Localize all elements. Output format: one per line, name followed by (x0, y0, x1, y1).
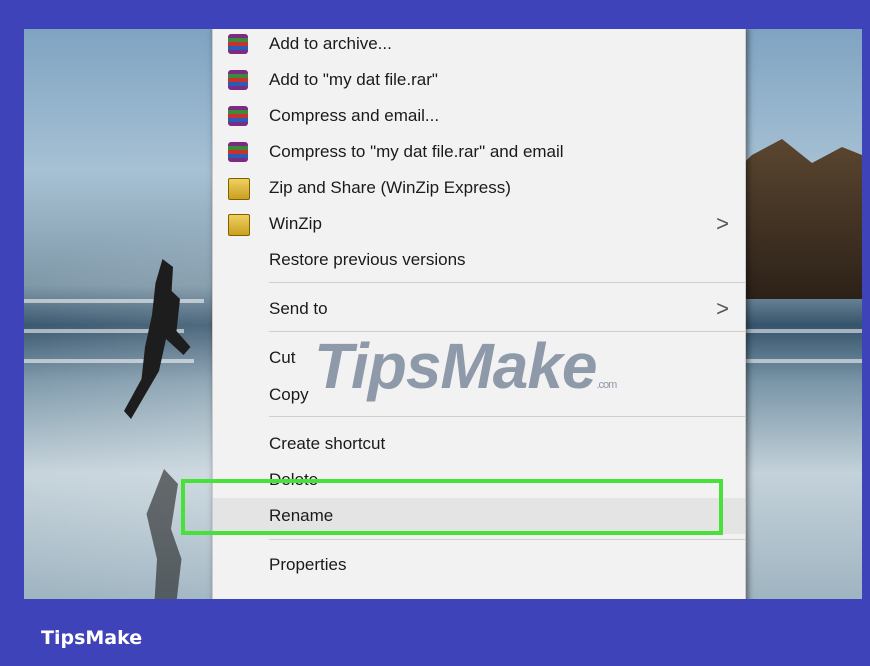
winrar-icon (228, 70, 248, 90)
menu-item-label: Compress to "my dat file.rar" and email (269, 142, 564, 161)
menu-item-label: Create shortcut (269, 434, 386, 453)
menu-item-label: Zip and Share (WinZip Express) (269, 178, 511, 197)
winzip-icon (228, 178, 250, 200)
menu-separator (269, 539, 745, 540)
menu-item-compress-to-rar-email[interactable]: Compress to "my dat file.rar" and email (213, 134, 745, 170)
menu-item-label: Send to (269, 299, 328, 318)
menu-item-winzip[interactable]: WinZip > (213, 206, 745, 242)
menu-item-add-to-archive[interactable]: Add to archive... (213, 29, 745, 62)
watermark-suffix: .com (596, 379, 618, 391)
menu-item-label: Properties (269, 555, 347, 574)
menu-item-properties[interactable]: Properties (213, 547, 745, 583)
menu-item-zip-and-share[interactable]: Zip and Share (WinZip Express) (213, 170, 745, 206)
footer-brand: TipsMake (41, 627, 143, 649)
wave-line (734, 359, 862, 363)
menu-item-label: WinZip (269, 214, 322, 233)
rename-highlight-box (181, 479, 723, 535)
menu-item-compress-and-email[interactable]: Compress and email... (213, 98, 745, 134)
menu-separator (269, 416, 745, 417)
menu-separator (269, 282, 745, 283)
runner-silhouette (124, 259, 191, 419)
menu-item-label: Cut (269, 348, 296, 367)
submenu-arrow-icon: > (716, 211, 729, 236)
winzip-icon (228, 214, 250, 236)
submenu-arrow-icon: > (716, 296, 729, 321)
menu-item-label: Add to archive... (269, 34, 392, 53)
watermark-text: TipsMake (314, 330, 597, 402)
tipsmake-watermark: TipsMake.com (314, 329, 618, 403)
menu-item-label: Copy (269, 385, 309, 404)
menu-item-label: Compress and email... (269, 106, 440, 125)
winrar-icon (228, 106, 248, 126)
menu-item-add-to-rar[interactable]: Add to "my dat file.rar" (213, 62, 745, 98)
menu-item-label: Add to "my dat file.rar" (269, 70, 438, 89)
winrar-icon (228, 34, 248, 54)
menu-item-create-shortcut[interactable]: Create shortcut (213, 426, 745, 462)
wave-line (24, 359, 194, 363)
menu-item-send-to[interactable]: Send to > (213, 291, 745, 327)
menu-item-label: Restore previous versions (269, 250, 466, 269)
menu-item-restore-previous-versions[interactable]: Restore previous versions (213, 242, 745, 278)
winrar-icon (228, 142, 248, 162)
